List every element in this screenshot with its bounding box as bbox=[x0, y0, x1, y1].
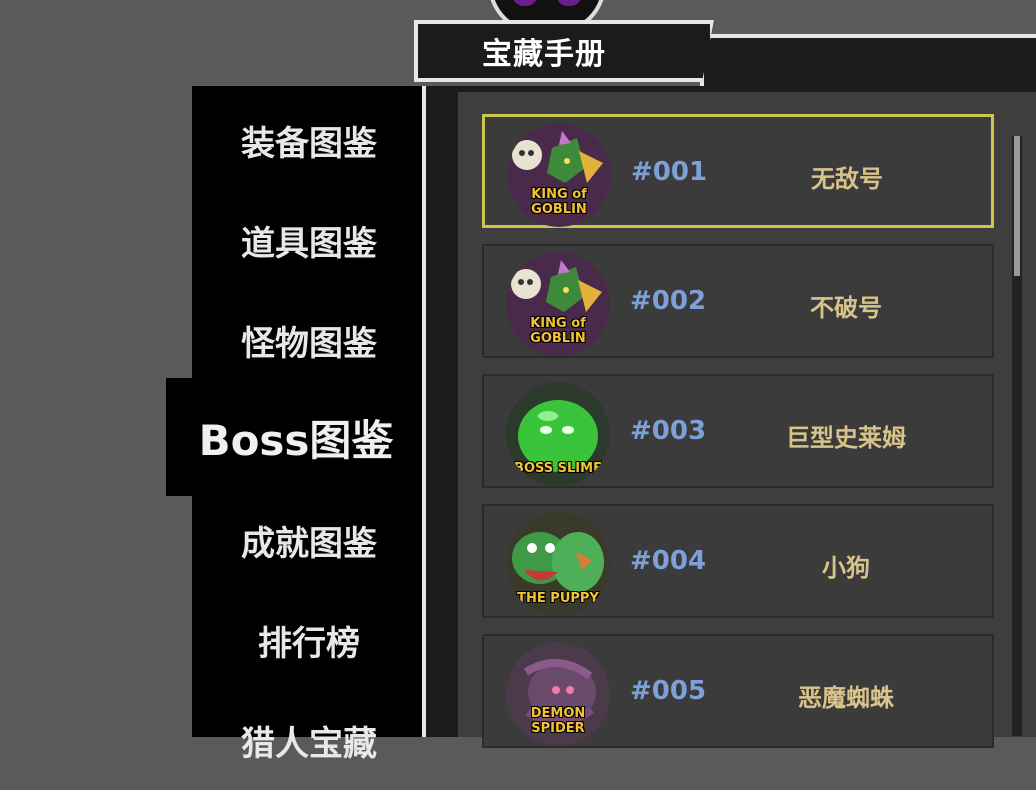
boss-name: 不破号 bbox=[810, 294, 882, 322]
sidebar-item-label: 猎人宝藏 bbox=[241, 723, 377, 764]
emblem-right-eye bbox=[556, 0, 582, 6]
sidebar-item-label: 道具图鉴 bbox=[241, 223, 377, 264]
boss-number: #003 bbox=[630, 416, 707, 446]
boss-row-002[interactable]: KING of GOBLIN #002 不破号 bbox=[482, 244, 994, 358]
boss-slime-portrait: BOSS SLIME bbox=[506, 382, 610, 486]
sidebar-item-label: Boss图鉴 bbox=[198, 415, 394, 465]
boss-row-003[interactable]: BOSS SLIME #003 巨型史莱姆 bbox=[482, 374, 994, 488]
title-tab: 宝藏手册 bbox=[414, 20, 714, 82]
scrollbar-thumb[interactable] bbox=[1014, 136, 1020, 276]
boss-name: 小狗 bbox=[822, 554, 870, 582]
header-bar bbox=[700, 34, 1036, 86]
boss-name: 巨型史莱姆 bbox=[786, 424, 906, 452]
sidebar-item-leaderboard[interactable]: 排行榜 bbox=[192, 590, 426, 690]
boss-row-005[interactable]: DEMON SPIDER #005 恶魔蜘蛛 bbox=[482, 634, 994, 748]
sidebar-item-boss[interactable]: Boss图鉴 bbox=[166, 378, 426, 496]
goblin-king-portrait: KING of GOBLIN bbox=[506, 252, 610, 356]
sidebar-item-monsters[interactable]: 怪物图鉴 bbox=[192, 290, 426, 390]
sidebar-item-label: 装备图鉴 bbox=[241, 123, 377, 164]
boss-number: #004 bbox=[630, 546, 707, 576]
boss-number: #002 bbox=[630, 286, 707, 316]
sidebar-item-equipment[interactable]: 装备图鉴 bbox=[192, 90, 426, 190]
page-title: 宝藏手册 bbox=[482, 37, 606, 72]
panel-divider bbox=[422, 86, 426, 737]
boss-name: 恶魔蜘蛛 bbox=[798, 684, 894, 712]
boss-row-001[interactable]: KING of GOBLIN #001 无敌号 bbox=[482, 114, 994, 228]
sidebar-item-achievements[interactable]: 成就图鉴 bbox=[192, 490, 426, 590]
sidebar-item-label: 成就图鉴 bbox=[241, 523, 377, 564]
emblem-left-eye bbox=[512, 0, 538, 6]
sidebar-item-label: 排行榜 bbox=[258, 623, 360, 664]
boss-row-004[interactable]: THE PUPPY #004 小狗 bbox=[482, 504, 994, 618]
boss-number: #001 bbox=[631, 157, 708, 187]
demon-spider-portrait: DEMON SPIDER bbox=[506, 642, 610, 746]
boss-number: #005 bbox=[630, 676, 707, 706]
sidebar-item-label: 怪物图鉴 bbox=[241, 323, 377, 364]
sidebar: 装备图鉴 道具图鉴 怪物图鉴 Boss图鉴 成就图鉴 排行榜 猎人宝藏 bbox=[166, 86, 426, 764]
sidebar-item-items[interactable]: 道具图鉴 bbox=[192, 190, 426, 290]
goblin-king-portrait: KING of GOBLIN bbox=[507, 123, 611, 227]
boss-name: 无敌号 bbox=[811, 165, 883, 193]
sidebar-item-hunter-treasure[interactable]: 猎人宝藏 bbox=[192, 690, 426, 790]
puppy-portrait: THE PUPPY bbox=[506, 512, 610, 616]
